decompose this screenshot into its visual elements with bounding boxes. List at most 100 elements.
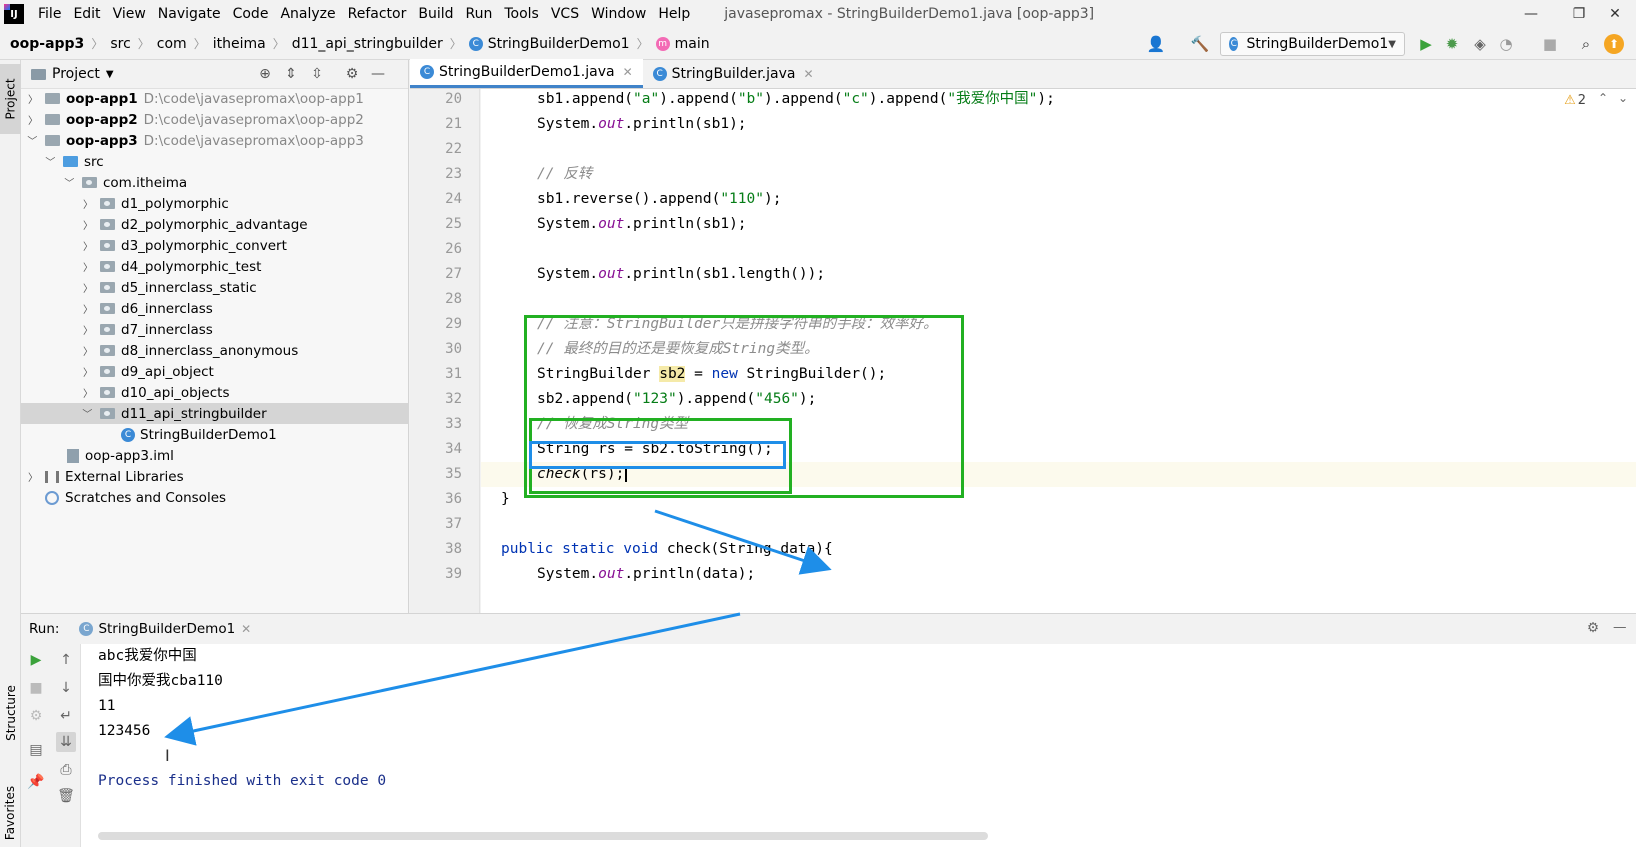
tree-item-package[interactable]: 〉 d1_polymorphic: [21, 193, 409, 214]
close-icon[interactable]: ✕: [241, 622, 251, 636]
run-tab[interactable]: C StringBuilderDemo1 ✕: [79, 621, 251, 637]
coverage-icon[interactable]: ◈: [1470, 34, 1490, 54]
tree-item-com-itheima[interactable]: 〉 com.itheima: [21, 172, 409, 193]
chevron-down-icon[interactable]: 〉: [63, 177, 78, 189]
hide-panel-icon[interactable]: —: [1613, 619, 1627, 635]
locate-icon[interactable]: ⊕: [256, 65, 274, 83]
tree-item-package[interactable]: 〉 d6_innerclass: [21, 298, 409, 319]
menu-tools[interactable]: Tools: [498, 0, 545, 28]
chevron-right-icon[interactable]: 〉: [27, 469, 39, 484]
scroll-to-end-icon[interactable]: ⇊: [56, 732, 76, 752]
pin-icon[interactable]: 📌: [26, 772, 46, 792]
collapse-all-icon[interactable]: ⇳: [308, 65, 326, 83]
menu-build[interactable]: Build: [412, 0, 459, 28]
breadcrumb-method[interactable]: m main: [655, 36, 710, 52]
chevron-down-icon[interactable]: ▼: [106, 69, 114, 80]
tree-item-iml-file[interactable]: oop-app3.iml: [21, 445, 409, 466]
menu-help[interactable]: Help: [652, 0, 696, 28]
run-configuration-select[interactable]: C StringBuilderDemo1 ▼: [1220, 32, 1405, 56]
menu-edit[interactable]: Edit: [67, 0, 106, 28]
tree-item-package[interactable]: 〉 d7_innerclass: [21, 319, 409, 340]
menu-view[interactable]: View: [107, 0, 152, 28]
chevron-right-icon[interactable]: 〉: [27, 91, 39, 106]
menu-run[interactable]: Run: [460, 0, 499, 28]
breadcrumb-project[interactable]: oop-app3: [10, 36, 84, 52]
debug-bug-icon[interactable]: ✹: [1442, 34, 1462, 54]
arrow-up-icon[interactable]: ↑: [56, 650, 76, 670]
left-tool-stripe: Project Structure Favorites: [0, 60, 21, 847]
tab-stringbuilderdemo1[interactable]: C StringBuilderDemo1.java ✕: [410, 59, 643, 88]
tree-item-package[interactable]: 〉 d2_polymorphic_advantage: [21, 214, 409, 235]
soft-wrap-icon[interactable]: ↵: [56, 706, 76, 726]
menu-vcs[interactable]: VCS: [545, 0, 585, 28]
close-window-icon[interactable]: ✕: [1592, 0, 1636, 28]
tree-item-oop-app3[interactable]: 〉 oop-app3 D:\code\javasepromax\oop-app3: [21, 130, 409, 151]
horizontal-scrollbar[interactable]: [98, 832, 988, 840]
trash-icon[interactable]: 🗑: [56, 786, 76, 806]
chevron-right-icon[interactable]: 〉: [82, 343, 94, 358]
gear-icon[interactable]: ⚙: [343, 65, 361, 83]
breadcrumb-src[interactable]: src: [110, 36, 130, 52]
menu-window[interactable]: Window: [585, 0, 652, 28]
tree-item-src[interactable]: 〉 src: [21, 151, 409, 172]
tree-item-package[interactable]: 〉 d3_polymorphic_convert: [21, 235, 409, 256]
tree-item-external-libraries[interactable]: 〉 External Libraries: [21, 466, 409, 487]
tab-favorites[interactable]: Favorites: [0, 765, 21, 847]
tree-item-package[interactable]: 〉 d4_polymorphic_test: [21, 256, 409, 277]
tree-item-oop-app1[interactable]: 〉 oop-app1 D:\code\javasepromax\oop-app1: [21, 88, 409, 109]
tree-item-scratches[interactable]: Scratches and Consoles: [21, 487, 409, 508]
chevron-down-icon[interactable]: 〉: [81, 408, 96, 420]
menu-code[interactable]: Code: [227, 0, 275, 28]
update-icon[interactable]: ⬆: [1604, 34, 1624, 54]
tree-item-package[interactable]: 〉 d8_innerclass_anonymous: [21, 340, 409, 361]
chevron-right-icon[interactable]: 〉: [82, 301, 94, 316]
close-icon[interactable]: ✕: [623, 65, 633, 79]
menu-file[interactable]: File: [32, 0, 67, 28]
tree-item-oop-app2[interactable]: 〉 oop-app2 D:\code\javasepromax\oop-app2: [21, 109, 409, 130]
breadcrumb-com[interactable]: com: [157, 36, 187, 52]
minimize-icon[interactable]: —: [1508, 0, 1554, 28]
menu-refactor[interactable]: Refactor: [342, 0, 413, 28]
search-icon[interactable]: ⌕: [1576, 34, 1596, 54]
chevron-right-icon[interactable]: 〉: [82, 322, 94, 337]
tree-item-d11-api-stringbuilder[interactable]: 〉 d11_api_stringbuilder: [21, 403, 409, 424]
chevron-right-icon[interactable]: 〉: [27, 112, 39, 127]
stop-icon[interactable]: ■: [1540, 34, 1560, 54]
tab-project[interactable]: Project: [0, 64, 21, 134]
tree-item-stringbuilderdemo1[interactable]: C StringBuilderDemo1: [21, 424, 409, 445]
dump-threads-icon[interactable]: ⚙: [26, 706, 46, 726]
project-panel-title[interactable]: Project: [52, 66, 100, 82]
chevron-down-icon[interactable]: 〉: [26, 135, 41, 147]
tab-stringbuilder[interactable]: C StringBuilder.java ✕: [643, 59, 824, 88]
breadcrumb-itheima[interactable]: itheima: [213, 36, 266, 52]
chevron-down-icon[interactable]: 〉: [44, 156, 59, 168]
menu-analyze[interactable]: Analyze: [274, 0, 341, 28]
gear-icon[interactable]: ⚙: [1587, 620, 1599, 636]
close-icon[interactable]: ✕: [803, 67, 813, 81]
breadcrumb-package[interactable]: d11_api_stringbuilder: [292, 36, 443, 52]
chevron-right-icon[interactable]: 〉: [82, 280, 94, 295]
chevron-right-icon[interactable]: 〉: [82, 238, 94, 253]
user-icon[interactable]: 👤: [1146, 34, 1166, 54]
profile-icon[interactable]: ◔: [1496, 34, 1516, 54]
chevron-right-icon[interactable]: 〉: [82, 385, 94, 400]
arrow-down-icon[interactable]: ↓: [56, 678, 76, 698]
run-icon[interactable]: ▶: [1416, 34, 1436, 54]
layout-icon[interactable]: ▤: [26, 740, 46, 760]
tree-item-package[interactable]: 〉 d9_api_object: [21, 361, 409, 382]
rerun-icon[interactable]: ▶: [26, 650, 46, 670]
tree-item-package[interactable]: 〉 d5_innerclass_static: [21, 277, 409, 298]
expand-all-icon[interactable]: ⇕: [282, 65, 300, 83]
chevron-right-icon[interactable]: 〉: [82, 217, 94, 232]
chevron-right-icon[interactable]: 〉: [82, 364, 94, 379]
chevron-right-icon[interactable]: 〉: [82, 196, 94, 211]
build-hammer-icon[interactable]: 🔨: [1190, 34, 1210, 54]
stop-icon[interactable]: ■: [26, 678, 46, 698]
print-icon[interactable]: ⎙: [56, 760, 76, 780]
tree-item-package[interactable]: 〉 d10_api_objects: [21, 382, 409, 403]
chevron-right-icon[interactable]: 〉: [82, 259, 94, 274]
tab-structure[interactable]: Structure: [0, 665, 21, 760]
menu-navigate[interactable]: Navigate: [152, 0, 227, 28]
breadcrumb-class[interactable]: C StringBuilderDemo1: [468, 36, 630, 52]
hide-panel-icon[interactable]: —: [369, 65, 387, 83]
